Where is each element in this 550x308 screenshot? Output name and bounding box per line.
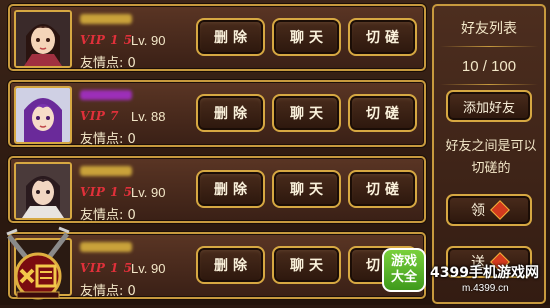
avatar[interactable] bbox=[14, 162, 72, 220]
friendship-points: 友情点: 0 bbox=[80, 208, 136, 223]
spar-button[interactable]: 切磋 bbox=[348, 18, 417, 56]
player-level: Lv. 88 bbox=[131, 109, 166, 124]
delete-button[interactable]: 删除 bbox=[196, 170, 265, 208]
vip-level: VIP 1 5 bbox=[80, 185, 133, 199]
watermark-badge-line2: 大全 bbox=[390, 270, 417, 285]
gift-icon bbox=[490, 200, 510, 220]
chat-button[interactable]: 聊天 bbox=[272, 170, 341, 208]
watermark-badge: 游戏 大全 bbox=[382, 248, 426, 292]
vip-level: VIP 7 bbox=[80, 109, 119, 123]
collect-button[interactable]: 领 bbox=[446, 194, 532, 226]
collect-label: 领 bbox=[471, 203, 485, 219]
delete-button[interactable]: 删除 bbox=[196, 94, 265, 132]
spar-button[interactable]: 切磋 bbox=[348, 170, 417, 208]
delete-button[interactable]: 删除 bbox=[196, 246, 265, 284]
friends-panel: 好友列表 10 / 100 添加好友 好友之间是可以切磋的 领 送 bbox=[432, 4, 546, 304]
delete-button[interactable]: 删除 bbox=[196, 18, 265, 56]
vip-level: VIP 1 5 bbox=[80, 33, 133, 47]
spar-hint: 好友之间是可以切磋的 bbox=[445, 139, 537, 176]
player-level: Lv. 90 bbox=[131, 185, 166, 200]
divider bbox=[440, 46, 538, 47]
chat-button[interactable]: 聊天 bbox=[272, 246, 341, 284]
watermark-badge-line1: 游戏 bbox=[390, 254, 417, 269]
player-name bbox=[80, 90, 132, 100]
player-level: Lv. 90 bbox=[131, 261, 166, 276]
spar-button[interactable]: 切磋 bbox=[348, 94, 417, 132]
player-level: Lv. 90 bbox=[131, 33, 166, 48]
vip-level: VIP 1 5 bbox=[80, 261, 133, 275]
avatar[interactable] bbox=[14, 10, 72, 68]
watermark-url: m.4399.cn bbox=[462, 283, 509, 294]
chat-button[interactable]: 聊天 bbox=[272, 18, 341, 56]
add-friend-button[interactable]: 添加好友 bbox=[446, 90, 532, 122]
game-logo bbox=[3, 226, 73, 304]
friendship-points: 友情点: 0 bbox=[80, 56, 136, 71]
player-name bbox=[80, 166, 132, 176]
game-screen: VIP 1 5 Lv. 90 友情点: 0 删除 聊天 切磋 VIP 7 Lv.… bbox=[0, 0, 550, 305]
friend-row: VIP 1 5 Lv. 90 友情点: 0 删除 聊天 切磋 bbox=[8, 4, 426, 71]
avatar[interactable] bbox=[14, 86, 72, 144]
player-name bbox=[80, 242, 132, 252]
friendship-points: 友情点: 0 bbox=[80, 132, 136, 147]
divider bbox=[440, 84, 538, 85]
friend-row: VIP 7 Lv. 88 友情点: 0 删除 聊天 切磋 bbox=[8, 80, 426, 147]
player-name bbox=[80, 14, 132, 24]
friend-count: 10 / 100 bbox=[461, 58, 517, 75]
friend-row: VIP 1 5 Lv. 90 友情点: 0 删除 聊天 切磋 bbox=[8, 156, 426, 223]
panel-title: 好友列表 bbox=[461, 21, 517, 37]
watermark-text: 4399手机游戏网 bbox=[430, 265, 539, 281]
friendship-points: 友情点: 0 bbox=[80, 284, 136, 299]
chat-button[interactable]: 聊天 bbox=[272, 94, 341, 132]
